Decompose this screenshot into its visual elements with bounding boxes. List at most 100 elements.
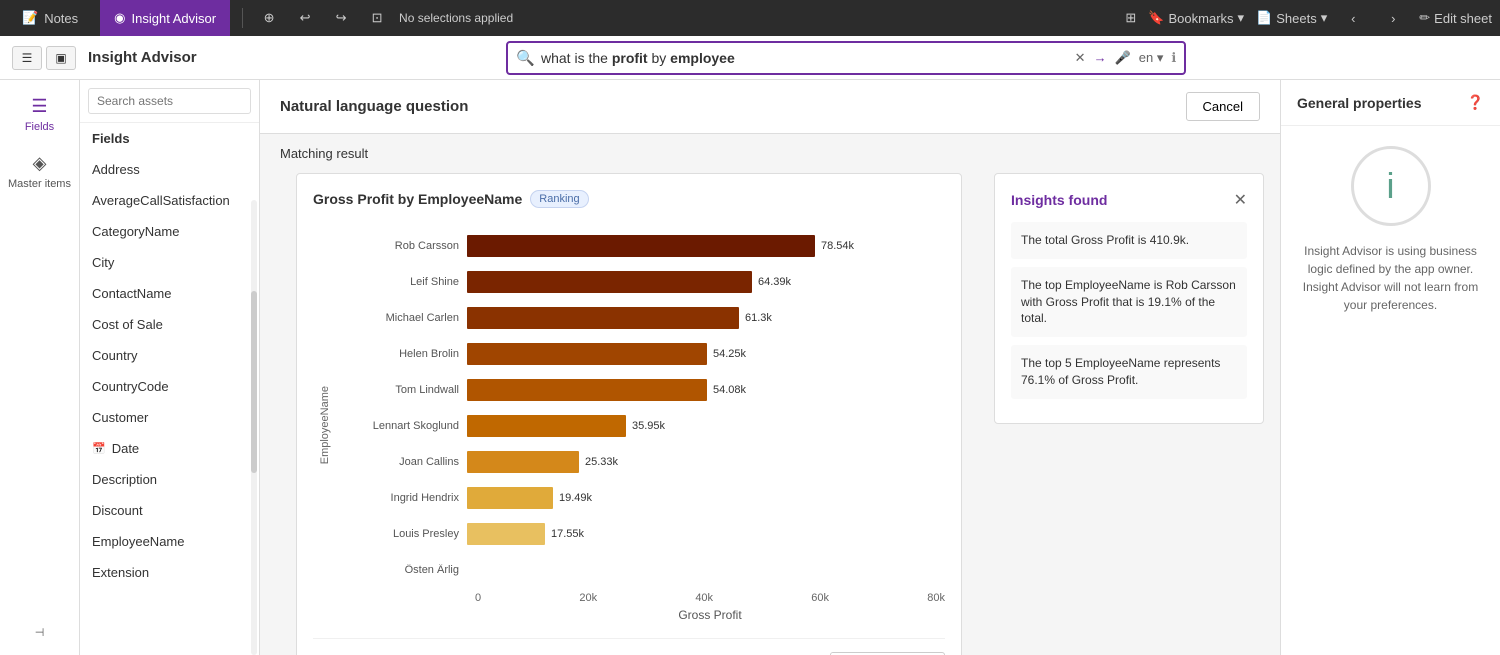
toggle-left-panel[interactable]: ☰ xyxy=(12,46,42,70)
search-bar: 🔍 what is the profit by employee ✕ → 🎤 e… xyxy=(506,41,1186,75)
insight-item-2: The top 5 EmployeeName represents 76.1% … xyxy=(1011,345,1247,399)
field-item-country[interactable]: Country xyxy=(80,340,259,371)
bar-label: Lennart Skoglund xyxy=(337,420,467,432)
field-item-employee-name[interactable]: EmployeeName xyxy=(80,526,259,557)
bar-row: Michael Carlen 61.3k xyxy=(337,300,945,336)
selection-icon[interactable]: ⊡ xyxy=(363,4,391,32)
undo-icon[interactable]: ↩ xyxy=(291,4,319,32)
mic-icon[interactable]: 🎤 xyxy=(1115,50,1131,66)
bookmarks-btn[interactable]: 🔖 Bookmarks ▾ xyxy=(1148,10,1244,26)
field-item-customer[interactable]: Customer xyxy=(80,402,259,433)
bookmark-icon: 🔖 xyxy=(1148,10,1164,26)
bar-value-label: 25.33k xyxy=(585,456,618,468)
sheets-icon: 📄 xyxy=(1256,10,1272,26)
bar-label: Östen Ärlig xyxy=(337,564,467,576)
chart-title: Gross Profit by EmployeeName xyxy=(313,191,522,207)
bar-value-label: 54.25k xyxy=(713,348,746,360)
query-by: by xyxy=(648,50,671,66)
search-submit-icon[interactable]: → xyxy=(1094,50,1107,65)
bar-row: Helen Brolin 54.25k xyxy=(337,336,945,372)
bar-container: 64.39k xyxy=(467,271,945,293)
field-item-country-code[interactable]: CountryCode xyxy=(80,371,259,402)
field-label: Cost of Sale xyxy=(92,317,163,332)
bar-row: Tom Lindwall 54.08k xyxy=(337,372,945,408)
insights-header: Insights found ✕ xyxy=(1011,190,1247,210)
chart-footer: ⚙ Add to sheet ▾ xyxy=(313,638,945,655)
tab-insight-advisor[interactable]: ◉ Insight Advisor xyxy=(100,0,230,36)
field-item-date[interactable]: 📅 Date xyxy=(80,433,259,464)
center-header: Natural language question Cancel xyxy=(260,80,1280,134)
info-icon[interactable]: ℹ xyxy=(1171,50,1176,66)
fields-icon: ☰ xyxy=(31,96,47,117)
bar-rows: Rob Carsson 78.54k Leif Shine 64.39k Mic… xyxy=(337,228,945,588)
next-sheet-icon[interactable]: › xyxy=(1379,4,1407,32)
field-item-cost-of-sale[interactable]: Cost of Sale xyxy=(80,309,259,340)
bar-row: Östen Ärlig xyxy=(337,552,945,588)
x-tick-20k: 20k xyxy=(579,592,597,604)
field-item-description[interactable]: Description xyxy=(80,464,259,495)
chart-title-row: Gross Profit by EmployeeName Ranking xyxy=(313,190,945,208)
bar-container: 78.54k xyxy=(467,235,945,257)
bar-label: Michael Carlen xyxy=(337,312,467,324)
field-item-address[interactable]: Address xyxy=(80,154,259,185)
insight-icon: ◉ xyxy=(114,10,125,26)
x-tick-40k: 40k xyxy=(695,592,713,604)
left-icon-panel: ☰ Fields ◈ Master items ⊣ xyxy=(0,80,80,655)
redo-icon[interactable]: ↪ xyxy=(327,4,355,32)
selections-bar: No selections applied xyxy=(399,11,513,25)
bar-value-label: 54.08k xyxy=(713,384,746,396)
fields-scrollbar[interactable] xyxy=(251,200,257,655)
sidebar-collapse-btn[interactable]: ⊣ xyxy=(31,618,49,647)
bar-fill xyxy=(467,415,626,437)
chart-card: Gross Profit by EmployeeName Ranking Emp… xyxy=(296,173,962,655)
zoom-icon[interactable]: ⊕ xyxy=(255,4,283,32)
chart-area-wrapper: Gross Profit by EmployeeName Ranking Emp… xyxy=(276,173,1264,655)
field-item-extension[interactable]: Extension xyxy=(80,557,259,588)
bar-value-label: 35.95k xyxy=(632,420,665,432)
grid-icon[interactable]: ⊞ xyxy=(1125,10,1136,26)
bar-label: Louis Presley xyxy=(337,528,467,540)
bar-fill xyxy=(467,451,579,473)
notes-icon: 📝 xyxy=(22,10,38,26)
field-item-discount[interactable]: Discount xyxy=(80,495,259,526)
bar-value-label: 78.54k xyxy=(821,240,854,252)
main-layout: ☰ Fields ◈ Master items ⊣ Fields Address… xyxy=(0,80,1500,655)
field-item-city[interactable]: City xyxy=(80,247,259,278)
tab-notes[interactable]: 📝 Notes xyxy=(8,0,92,36)
field-item-average-call[interactable]: AverageCallSatisfaction xyxy=(80,185,259,216)
page-title: Insight Advisor xyxy=(88,49,197,66)
clear-search-icon[interactable]: ✕ xyxy=(1075,50,1086,66)
matching-label: Matching result xyxy=(260,134,1280,173)
bar-row: Louis Presley 17.55k xyxy=(337,516,945,552)
fields-list: Address AverageCallSatisfaction Category… xyxy=(80,154,259,655)
bar-label: Rob Carsson xyxy=(337,240,467,252)
search-assets-input[interactable] xyxy=(88,88,251,114)
x-tick-60k: 60k xyxy=(811,592,829,604)
sheets-btn[interactable]: 📄 Sheets ▾ xyxy=(1256,10,1327,26)
cancel-button[interactable]: Cancel xyxy=(1186,92,1260,121)
search-icon: 🔍 xyxy=(516,49,535,67)
master-items-label: Master items xyxy=(8,178,71,190)
toggle-right-panel[interactable]: ▣ xyxy=(46,46,76,70)
bar-container: 54.25k xyxy=(467,343,945,365)
field-label: Customer xyxy=(92,410,148,425)
prev-sheet-icon[interactable]: ‹ xyxy=(1339,4,1367,32)
sidebar-item-fields[interactable]: ☰ Fields xyxy=(0,88,79,141)
bar-fill xyxy=(467,307,739,329)
search-query[interactable]: what is the profit by employee xyxy=(541,50,1069,66)
bar-label: Tom Lindwall xyxy=(337,384,467,396)
insights-close-icon[interactable]: ✕ xyxy=(1234,190,1247,210)
field-item-contact-name[interactable]: ContactName xyxy=(80,278,259,309)
edit-sheet-btn[interactable]: ✏ Edit sheet xyxy=(1419,10,1492,26)
sidebar-item-master-items[interactable]: ◈ Master items xyxy=(0,145,79,198)
y-axis-label-container: EmployeeName xyxy=(313,228,337,622)
insight-item-0: The total Gross Profit is 410.9k. xyxy=(1011,222,1247,259)
bar-container: 17.55k xyxy=(467,523,945,545)
master-items-icon: ◈ xyxy=(33,153,47,174)
lang-selector[interactable]: en ▾ xyxy=(1139,50,1164,66)
fields-search-area xyxy=(80,80,259,123)
x-axis: 0 20k 40k 60k 80k xyxy=(475,588,945,604)
chart-options-icon[interactable]: ⚙ xyxy=(794,651,822,655)
right-panel-help-icon[interactable]: ❓ xyxy=(1467,94,1484,111)
field-item-category-name[interactable]: CategoryName xyxy=(80,216,259,247)
